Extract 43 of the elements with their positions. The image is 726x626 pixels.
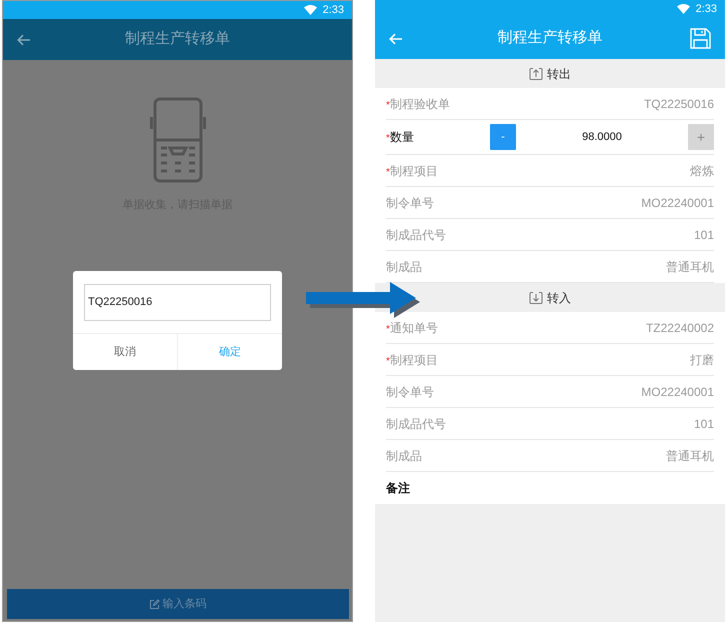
section-title: 转入	[547, 290, 571, 306]
right-arrow-icon	[306, 281, 420, 319]
field-value: MO22240001	[641, 384, 714, 400]
quantity-value: 98.0000	[581, 130, 623, 145]
field-value: MO22240001	[641, 194, 714, 212]
field-value: 普通耳机	[666, 258, 714, 276]
field-label: 制成品	[386, 258, 422, 276]
field-label: 制令单号	[386, 194, 434, 212]
field-value: 101	[694, 226, 714, 244]
field-value: 打磨	[690, 352, 714, 368]
screen-title: 制程生产转移单	[496, 28, 604, 48]
field-value: 普通耳机	[666, 448, 714, 464]
barcode-input-field[interactable]: TQ22250016	[84, 284, 271, 320]
field-value: TQ22250016	[644, 96, 714, 112]
back-arrow-icon[interactable]	[17, 34, 31, 46]
wifi-icon	[304, 5, 317, 15]
enter-barcode-button[interactable]: 输入条码	[6, 589, 348, 619]
wifi-icon	[676, 4, 690, 14]
handheld-scanner-icon	[150, 97, 206, 183]
field-value: 101	[694, 416, 714, 432]
download-icon	[529, 290, 543, 304]
field-label: *制程项目	[386, 352, 438, 368]
field-value: TZ22240002	[646, 320, 714, 336]
field-label: *数量	[386, 130, 414, 144]
field-label: 制成品代号	[386, 226, 446, 244]
confirm-button[interactable]: 确定	[177, 334, 282, 370]
upload-icon	[529, 66, 543, 80]
cancel-button[interactable]: 取消	[73, 334, 177, 370]
edit-icon	[148, 598, 160, 610]
section-title: 转出	[547, 66, 571, 82]
field-value: 熔炼	[690, 162, 714, 180]
field-label: *通知单号	[386, 320, 438, 336]
field-label: 制令单号	[386, 384, 434, 400]
field-label: *制程项目	[386, 162, 438, 180]
status-time: 2:33	[322, 2, 344, 18]
field-label: *制程验收单	[386, 96, 450, 112]
decrease-button[interactable]: -	[490, 124, 516, 150]
field-label: 制成品	[386, 448, 422, 464]
field-label: 备注	[386, 480, 410, 497]
save-icon[interactable]	[690, 28, 711, 49]
field-label: 制成品代号	[386, 416, 446, 432]
status-time: 2:33	[696, 2, 717, 17]
screen-title: 制程生产转移单	[124, 29, 231, 50]
